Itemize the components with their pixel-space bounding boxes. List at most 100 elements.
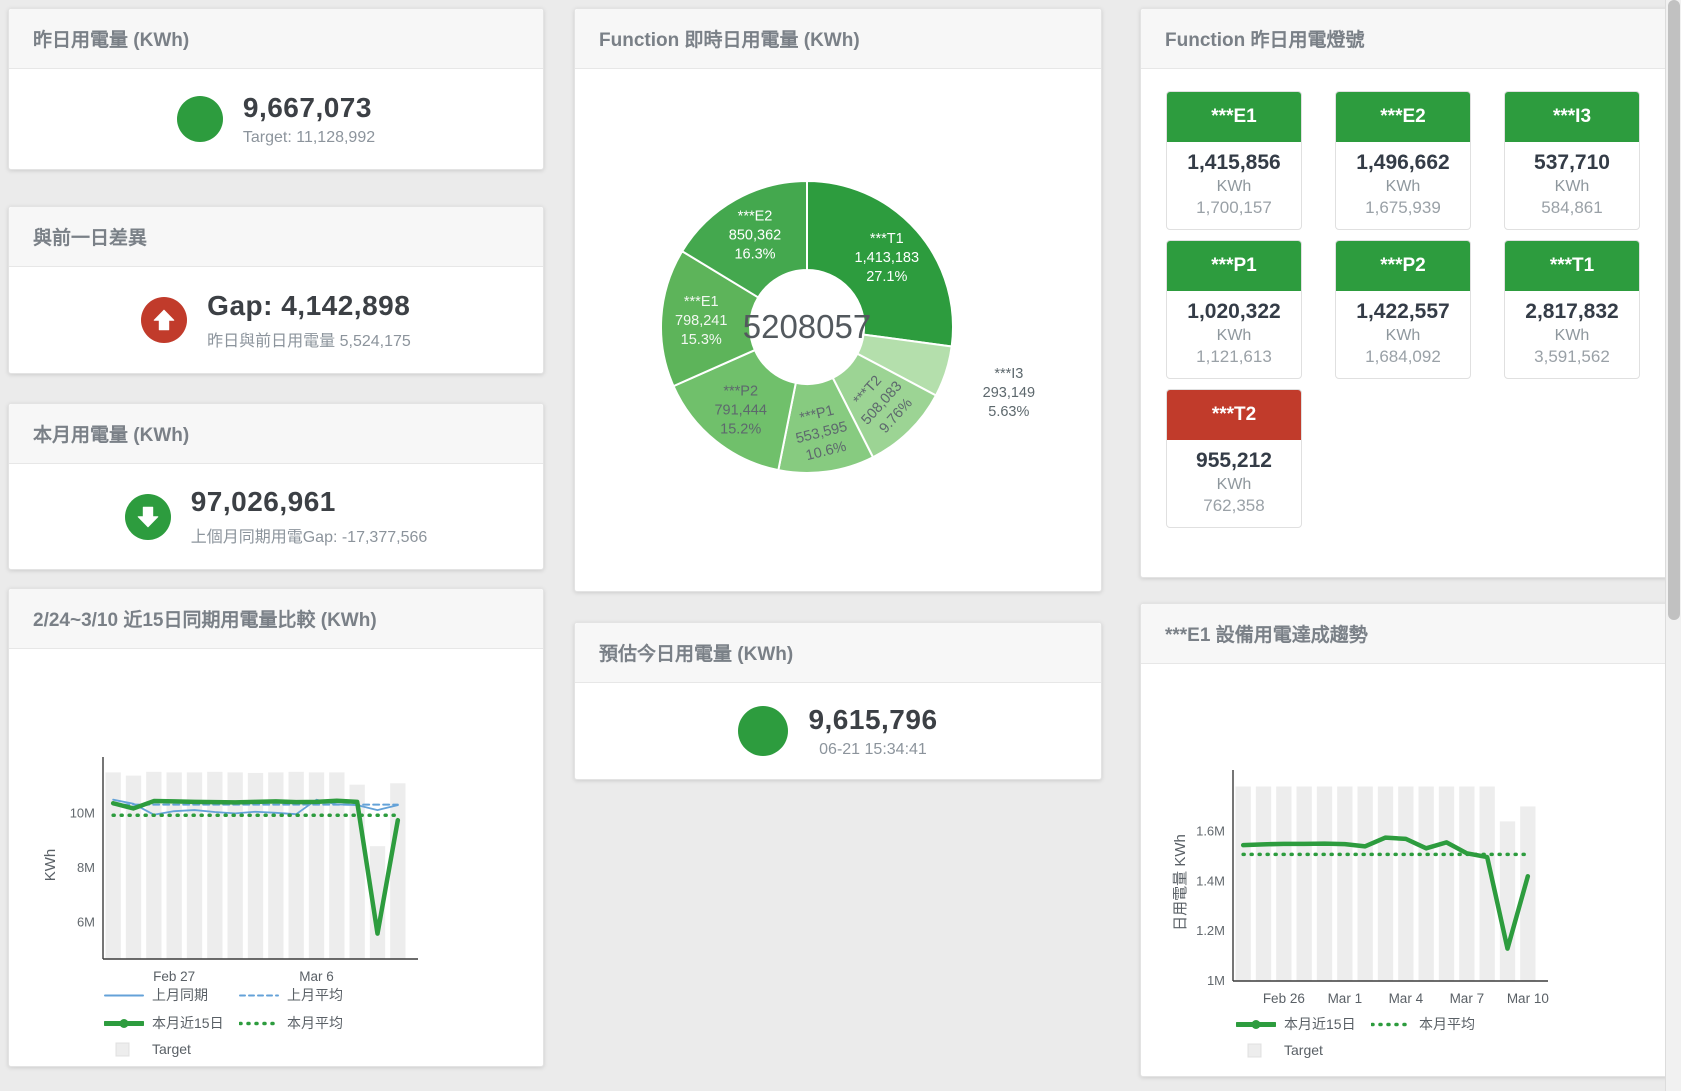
legend-item-Target[interactable]: Target <box>1236 1042 1371 1058</box>
legend-item-上月同期[interactable]: 上月同期 <box>104 985 239 1005</box>
tile-unit: KWh <box>1338 178 1468 196</box>
svg-text:15.2%: 15.2% <box>720 422 761 438</box>
legend-item-Target[interactable]: Target <box>104 1041 239 1057</box>
x-tick-label: Mar 10 <box>1507 991 1549 1006</box>
svg-text:791,444: 791,444 <box>714 403 766 419</box>
tile-value: 955,212 <box>1169 449 1299 473</box>
tile-label: ***P2 <box>1336 241 1470 291</box>
x-tick-label: Mar 7 <box>1450 991 1485 1006</box>
y-axis-label: 日用電量 KWh <box>1172 834 1189 931</box>
x-tick-label: Mar 6 <box>299 969 334 984</box>
e1-trend-body: 1M1.2M1.4M1.6M日用電量 KWhFeb 26Mar 1Mar 4Ma… <box>1141 664 1671 1076</box>
card-e1-trend: ***E1 設備用電達成趨勢 1M1.2M1.4M1.6M日用電量 KWhFeb… <box>1140 603 1672 1077</box>
lights-tile-grid: ***E11,415,856KWh1,700,157***E21,496,662… <box>1141 69 1671 550</box>
target-bar <box>1297 786 1312 981</box>
legend-marker-thick-icon <box>104 1016 144 1031</box>
legend-item-label: 本月平均 <box>1419 1014 1475 1034</box>
status-tile-T2: ***T2955,212KWh762,358 <box>1166 389 1302 528</box>
legend-marker-dotted-icon <box>239 1016 279 1031</box>
legend-item-本月平均[interactable]: 本月平均 <box>1371 1014 1506 1034</box>
card-yesterday-title: 昨日用電量 (KWh) <box>9 9 543 69</box>
svg-text:5.63%: 5.63% <box>988 404 1029 420</box>
yesterday-usage-body: 9,667,073 Target: 11,128,992 <box>9 69 543 169</box>
legend-item-label: 本月近15日 <box>152 1013 224 1033</box>
tile-target: 3,591,562 <box>1507 347 1637 367</box>
svg-text:***I3: ***I3 <box>994 366 1023 382</box>
target-bar <box>1236 786 1251 981</box>
compare-chart-legend: 上月同期 上月平均本月近15日 本月平均 Target <box>104 985 374 1065</box>
card-lights: Function 昨日用電燈號 ***E11,415,856KWh1,700,1… <box>1140 8 1672 578</box>
tile-target: 584,861 <box>1507 198 1637 218</box>
y-tick-label: 1.4M <box>1196 873 1225 888</box>
target-bar <box>1256 786 1271 981</box>
tile-target: 1,684,092 <box>1338 347 1468 367</box>
legend-marker-dashed-icon <box>239 988 279 1003</box>
e1-trend-legend: 本月近15日 本月平均 Target <box>1236 1014 1506 1066</box>
tile-unit: KWh <box>1169 476 1299 494</box>
tile-value: 1,496,662 <box>1338 151 1468 175</box>
svg-text:16.3%: 16.3% <box>734 247 775 263</box>
donut-label-I3: ***I3 293,149 5.63% <box>983 366 1035 420</box>
today-estimate-timestamp: 06-21 15:34:41 <box>808 741 937 759</box>
svg-text:***E2: ***E2 <box>738 209 773 225</box>
x-tick-label: Mar 4 <box>1389 991 1424 1006</box>
today-estimate-title: 預估今日用電量 (KWh) <box>575 623 1101 683</box>
card-day-gap: 與前一日差異 Gap: 4,142,898 昨日與前日用電量 5,524,175 <box>8 206 544 374</box>
card-today-estimate: 預估今日用電量 (KWh) 9,615,796 06-21 15:34:41 <box>574 622 1102 780</box>
legend-item-label: 上月同期 <box>152 985 208 1005</box>
x-tick-label: Mar 1 <box>1328 991 1363 1006</box>
svg-text:27.1%: 27.1% <box>866 269 907 285</box>
scrollbar-thumb[interactable] <box>1668 0 1680 620</box>
svg-text:***E1: ***E1 <box>684 294 719 310</box>
legend-item-本月近15日[interactable]: 本月近15日 <box>104 1013 239 1033</box>
tile-label: ***E2 <box>1336 92 1470 142</box>
donut-chart-svg[interactable]: ***T11,413,18327.1%***I3293,1495.63%***T… <box>575 69 1101 591</box>
month-usage-body: 97,026,961 上個月同期用電Gap: -17,377,566 <box>9 464 543 569</box>
tile-value: 2,817,832 <box>1507 300 1637 324</box>
target-bar <box>1358 786 1373 981</box>
tile-unit: KWh <box>1169 327 1299 345</box>
status-tile-P1: ***P11,020,322KWh1,121,613 <box>1166 240 1302 379</box>
tile-unit: KWh <box>1169 178 1299 196</box>
svg-text:15.3%: 15.3% <box>681 332 722 348</box>
tile-target: 1,700,157 <box>1169 198 1299 218</box>
target-bar <box>1500 821 1515 981</box>
target-bar <box>1419 786 1434 981</box>
green-status-circle-icon <box>738 706 788 756</box>
legend-item-上月平均[interactable]: 上月平均 <box>239 985 374 1005</box>
svg-text:***P2: ***P2 <box>723 384 758 400</box>
today-estimate-value: 9,615,796 <box>808 704 937 736</box>
legend-item-label: 本月平均 <box>287 1013 343 1033</box>
vertical-scrollbar[interactable] <box>1665 0 1681 1091</box>
green-status-circle-icon <box>177 96 223 142</box>
tile-unit: KWh <box>1507 178 1637 196</box>
target-bar <box>1337 786 1352 981</box>
legend-marker-swatch-icon <box>104 1042 144 1057</box>
svg-text:1,413,183: 1,413,183 <box>855 250 920 266</box>
legend-item-本月近15日[interactable]: 本月近15日 <box>1236 1014 1371 1034</box>
legend-item-label: Target <box>152 1041 191 1057</box>
tile-label: ***E1 <box>1167 92 1301 142</box>
tile-target: 762,358 <box>1169 496 1299 516</box>
target-bar <box>1439 786 1454 981</box>
y-tick-label: 1.6M <box>1196 823 1225 838</box>
donut-chart-title: Function 即時日用電量 (KWh) <box>575 9 1101 69</box>
y-tick-label: 6M <box>77 915 95 930</box>
donut-center-total: 5208057 <box>743 308 871 345</box>
card-yesterday-usage: 昨日用電量 (KWh) 9,667,073 Target: 11,128,992 <box>8 8 544 170</box>
y-axis-label: KWh <box>42 849 59 882</box>
legend-item-label: Target <box>1284 1042 1323 1058</box>
up-arrow-icon <box>141 297 187 343</box>
card-month-title: 本月用電量 (KWh) <box>9 404 543 464</box>
tile-target: 1,121,613 <box>1169 347 1299 367</box>
day-gap-value: Gap: 4,142,898 <box>207 290 411 322</box>
svg-text:293,149: 293,149 <box>983 385 1035 401</box>
tile-value: 1,020,322 <box>1169 300 1299 324</box>
tile-value: 537,710 <box>1507 151 1637 175</box>
tile-unit: KWh <box>1507 327 1637 345</box>
yesterday-usage-target: Target: 11,128,992 <box>243 129 375 147</box>
legend-item-本月平均[interactable]: 本月平均 <box>239 1013 374 1033</box>
card-compare-chart: 2/24~3/10 近15日同期用電量比較 (KWh) 6M8M10MKWhFe… <box>8 588 544 1067</box>
month-usage-sub: 上個月同期用電Gap: -17,377,566 <box>191 523 428 547</box>
month-usage-value: 97,026,961 <box>191 486 428 518</box>
